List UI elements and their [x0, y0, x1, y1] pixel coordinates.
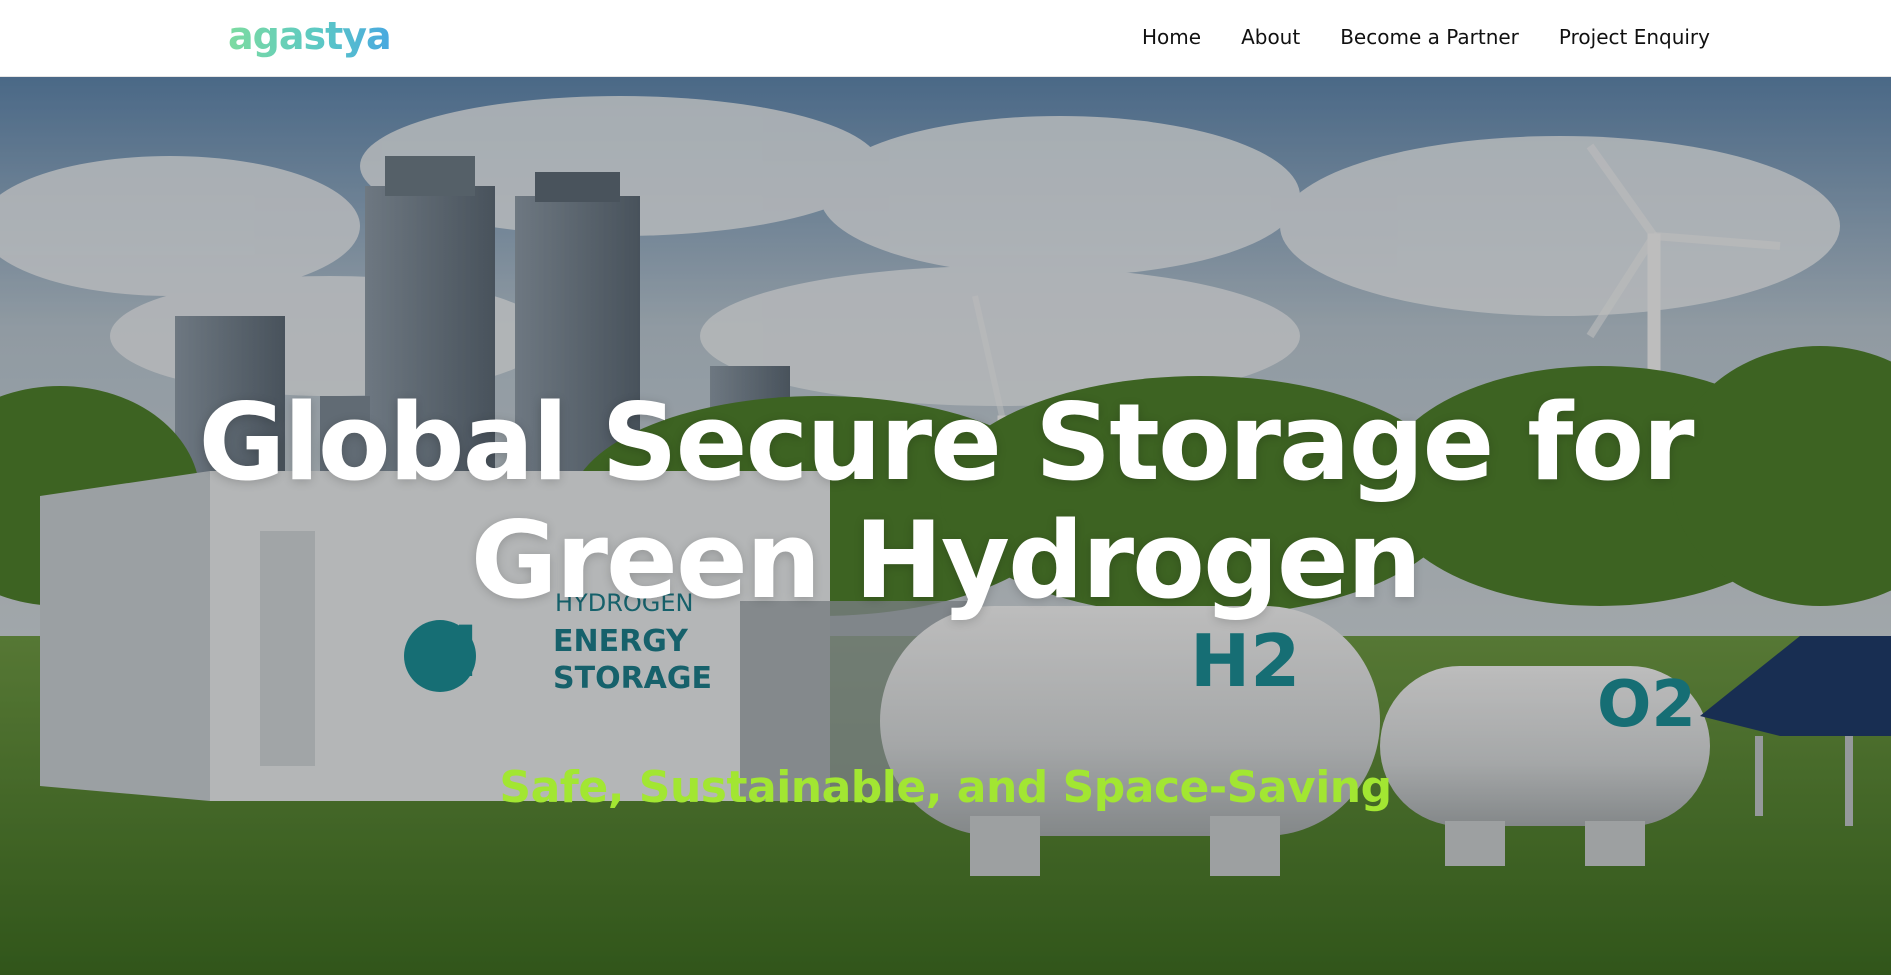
site-header: agastya Home About Become a Partner Proj… [0, 0, 1891, 77]
main-nav: Home About Become a Partner Project Enqu… [1102, 0, 1710, 74]
hero-title-line-2: Green Hydrogen [470, 499, 1422, 622]
hero-title: Global Secure Storage for Green Hydrogen [0, 384, 1891, 620]
nav-become-partner-link[interactable]: Become a Partner [1340, 25, 1519, 49]
hero-title-line-1: Global Secure Storage for [198, 381, 1695, 504]
hero-section: H HYDROGEN ENERGY STORAGE H2 O2 Global S… [0, 76, 1891, 975]
hero-subtitle: Safe, Sustainable, and Space-Saving [499, 762, 1392, 813]
nav-project-enquiry-link[interactable]: Project Enquiry [1559, 25, 1710, 49]
nav-about-link[interactable]: About [1241, 25, 1300, 49]
agastya-logo[interactable]: agastya [228, 10, 392, 62]
nav-home-link[interactable]: Home [1142, 25, 1201, 49]
